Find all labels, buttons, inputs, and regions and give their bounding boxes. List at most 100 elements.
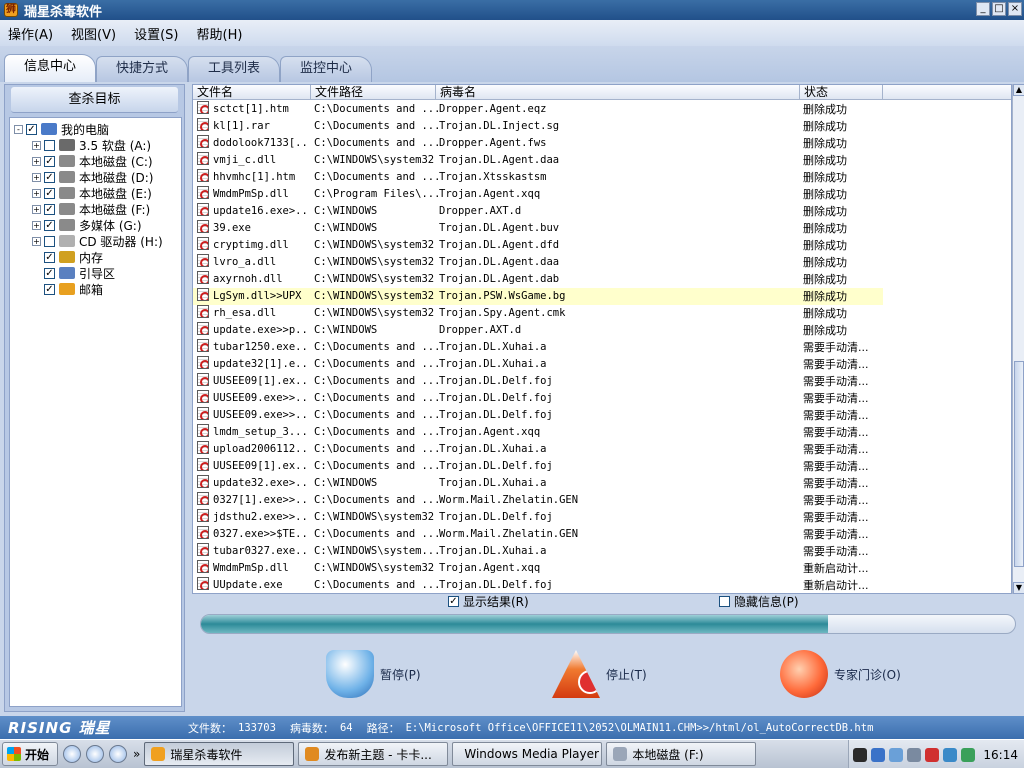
tree-item[interactable]: ✓ 内存 — [32, 249, 103, 265]
table-row[interactable]: cryptimg.dll C:\WINDOWS\system32 Trojan.DL… — [193, 237, 883, 254]
tree-item-checkbox[interactable]: ✓ — [26, 123, 37, 135]
table-row[interactable]: vmji_c.dll C:\WINDOWS\system32 Trojan.DL.A… — [193, 152, 883, 169]
tree-item-checkbox[interactable] — [44, 139, 55, 151]
table-row[interactable]: UUSEE09[1].ex... C:\Documents and ... Troj… — [193, 373, 883, 390]
table-row[interactable]: update16.exe>... C:\WINDOWS Dropper.AXT.d 删… — [193, 203, 883, 220]
expand-icon[interactable]: + — [32, 204, 41, 214]
pause-button[interactable]: 暂停(P) — [326, 648, 421, 700]
table-row[interactable]: LgSym.dll>>UPX C:\WINDOWS\system32 Trojan.… — [193, 288, 883, 305]
table-row[interactable]: WmdmPmSp.dll C:\Program Files\... Trojan.A… — [193, 186, 883, 203]
table-row[interactable]: hhvmhc[1].htm C:\Documents and ... Trojan.… — [193, 169, 883, 186]
volume-icon[interactable] — [907, 747, 922, 762]
tree-item-checkbox[interactable]: ✓ — [44, 203, 55, 215]
expert-clinic-button[interactable]: 专家门诊(O) — [780, 648, 901, 700]
table-row[interactable]: tubar0327.exe... C:\WINDOWS\system... Troj… — [193, 543, 883, 560]
expand-icon[interactable]: + — [32, 140, 41, 150]
tree-item-checkbox[interactable]: ✓ — [44, 171, 55, 183]
network-icon[interactable] — [889, 747, 904, 762]
collapse-icon[interactable]: - — [14, 124, 23, 134]
tree-item[interactable]: - ✓ 我的电脑 — [14, 121, 109, 137]
tree-item[interactable]: ✓ 引导区 — [32, 265, 115, 281]
tree-item-checkbox[interactable]: ✓ — [44, 219, 55, 231]
rising-monitor-icon[interactable] — [943, 747, 958, 762]
tree-item-checkbox[interactable]: ✓ — [44, 187, 55, 199]
table-row[interactable]: dodolook7133[... C:\Documents and ... Drop… — [193, 135, 883, 152]
table-row[interactable]: update.exe>>p... C:\WINDOWS Dropper.AXT.d 删… — [193, 322, 883, 339]
show-desktop-icon[interactable] — [63, 745, 82, 763]
menu-settings[interactable]: 设置(S) — [134, 24, 178, 43]
menu-view[interactable]: 视图(V) — [71, 24, 116, 43]
tab-tool-list[interactable]: 工具列表 — [188, 56, 280, 82]
table-row[interactable]: update32[1].e... C:\Documents and ... Troj… — [193, 356, 883, 373]
table-row[interactable]: kl[1].rar C:\Documents and ... Trojan.DL.I… — [193, 118, 883, 135]
tab-info-center[interactable]: 信息中心 — [4, 54, 96, 82]
table-row[interactable]: UUSEE09[1].ex... C:\Documents and ... Troj… — [193, 458, 883, 475]
tree-item[interactable]: + ✓ 本地磁盘 (E:) — [32, 185, 152, 201]
column-header-filename[interactable]: 文件名 — [193, 85, 311, 100]
table-row[interactable]: UUSEE09.exe>>... C:\Documents and ... Troj… — [193, 407, 883, 424]
tree-item-checkbox[interactable]: ✓ — [44, 267, 55, 279]
table-row[interactable]: rh_esa.dll C:\WINDOWS\system32 Trojan.Spy.… — [193, 305, 883, 322]
table-row[interactable]: WmdmPmSp.dll C:\WINDOWS\system32 Trojan.Ag… — [193, 560, 883, 577]
tree-item[interactable]: + ✓ 本地磁盘 (F:) — [32, 201, 150, 217]
show-results-option[interactable]: ✓ 显示结果(R) — [448, 594, 529, 609]
table-row[interactable]: UUpdate.exe C:\Documents and ... Trojan.DL… — [193, 577, 883, 593]
maximize-button[interactable]: □ — [992, 2, 1006, 16]
column-header-status[interactable]: 状态 — [800, 85, 883, 100]
table-row[interactable]: sctct[1].htm C:\Documents and ... Dropper.… — [193, 101, 883, 118]
tree-item-checkbox[interactable] — [44, 235, 55, 247]
rising-quicklaunch-icon[interactable] — [109, 745, 128, 763]
expand-icon[interactable]: + — [32, 172, 41, 182]
expand-icon[interactable]: + — [32, 188, 41, 198]
table-row[interactable]: update32.exe>... C:\WINDOWS Trojan.DL.Xuha… — [193, 475, 883, 492]
hide-info-checkbox[interactable] — [719, 595, 730, 607]
internet-explorer-icon[interactable] — [86, 745, 105, 763]
tree-item[interactable]: + ✓ 本地磁盘 (D:) — [32, 169, 153, 185]
hide-info-option[interactable]: 隐藏信息(P) — [719, 594, 799, 609]
update-arrow-icon[interactable] — [961, 747, 976, 762]
qq-icon[interactable] — [853, 747, 868, 762]
table-row[interactable]: jdsthu2.exe>>... C:\WINDOWS\system32 Troja… — [193, 509, 883, 526]
task-rising-antivirus[interactable]: 瑞星杀毒软件 — [144, 742, 295, 766]
expand-icon[interactable]: + — [32, 156, 41, 166]
table-row[interactable]: lmdm_setup_3... C:\Documents and ... Troja… — [193, 424, 883, 441]
column-header-path[interactable]: 文件路径 — [311, 85, 436, 100]
tree-item[interactable]: ✓ 邮箱 — [32, 281, 103, 297]
tab-shortcuts[interactable]: 快捷方式 — [96, 56, 188, 82]
minimize-button[interactable]: _ — [976, 2, 990, 16]
scroll-down-arrow-icon[interactable]: ▼ — [1013, 582, 1024, 594]
expand-icon[interactable]: + — [32, 220, 41, 230]
table-row[interactable]: UUSEE09.exe>>... C:\Documents and ... Troj… — [193, 390, 883, 407]
menu-help[interactable]: 帮助(H) — [197, 24, 243, 43]
column-header-virus[interactable]: 病毒名 — [436, 85, 800, 100]
scroll-up-arrow-icon[interactable]: ▲ — [1013, 84, 1024, 96]
task-local-disk[interactable]: 本地磁盘 (F:) — [606, 742, 757, 766]
tree-item[interactable]: +3.5 软盘 (A:) — [32, 137, 151, 153]
start-button[interactable]: 开始 — [2, 742, 59, 766]
table-row[interactable]: 0327[1].exe>>... C:\Documents and ... Worm… — [193, 492, 883, 509]
security-shield-icon[interactable] — [925, 747, 940, 762]
menu-operate[interactable]: 操作(A) — [8, 24, 53, 43]
table-scrollbar[interactable]: ▲ ▼ — [1012, 84, 1024, 594]
tree-item[interactable]: + ✓ 本地磁盘 (C:) — [32, 153, 153, 169]
quicklaunch-more-icon[interactable]: » — [133, 747, 140, 761]
expand-icon[interactable]: + — [32, 236, 41, 246]
scroll-thumb[interactable] — [1014, 361, 1024, 567]
tree-item-checkbox[interactable]: ✓ — [44, 251, 55, 263]
tree-item-checkbox[interactable]: ✓ — [44, 155, 55, 167]
tree-item[interactable]: + ✓ 多媒体 (G:) — [32, 217, 142, 233]
task-media-player[interactable]: Windows Media Player — [452, 742, 603, 766]
task-browser[interactable]: 发布新主题 - 卡卡... — [298, 742, 449, 766]
table-row[interactable]: axyrnoh.dll C:\WINDOWS\system32 Trojan.DL.… — [193, 271, 883, 288]
close-button[interactable]: × — [1008, 2, 1022, 16]
table-row[interactable]: tubar1250.exe... C:\Documents and ... Troj… — [193, 339, 883, 356]
tree-item[interactable]: + CD 驱动器 (H:) — [32, 233, 163, 249]
tree-item-checkbox[interactable]: ✓ — [44, 283, 55, 295]
table-row[interactable]: 0327.exe>>$TE... C:\Documents and ... Worm… — [193, 526, 883, 543]
show-results-checkbox[interactable]: ✓ — [448, 595, 459, 607]
messenger-icon[interactable] — [871, 747, 886, 762]
tab-monitor-center[interactable]: 监控中心 — [280, 56, 372, 82]
stop-button[interactable]: 停止(T) — [552, 648, 647, 700]
table-row[interactable]: lvro_a.dll C:\WINDOWS\system32 Trojan.DL.A… — [193, 254, 883, 271]
table-row[interactable]: 39.exe C:\WINDOWS Trojan.DL.Agent.buv 删除成功 — [193, 220, 883, 237]
